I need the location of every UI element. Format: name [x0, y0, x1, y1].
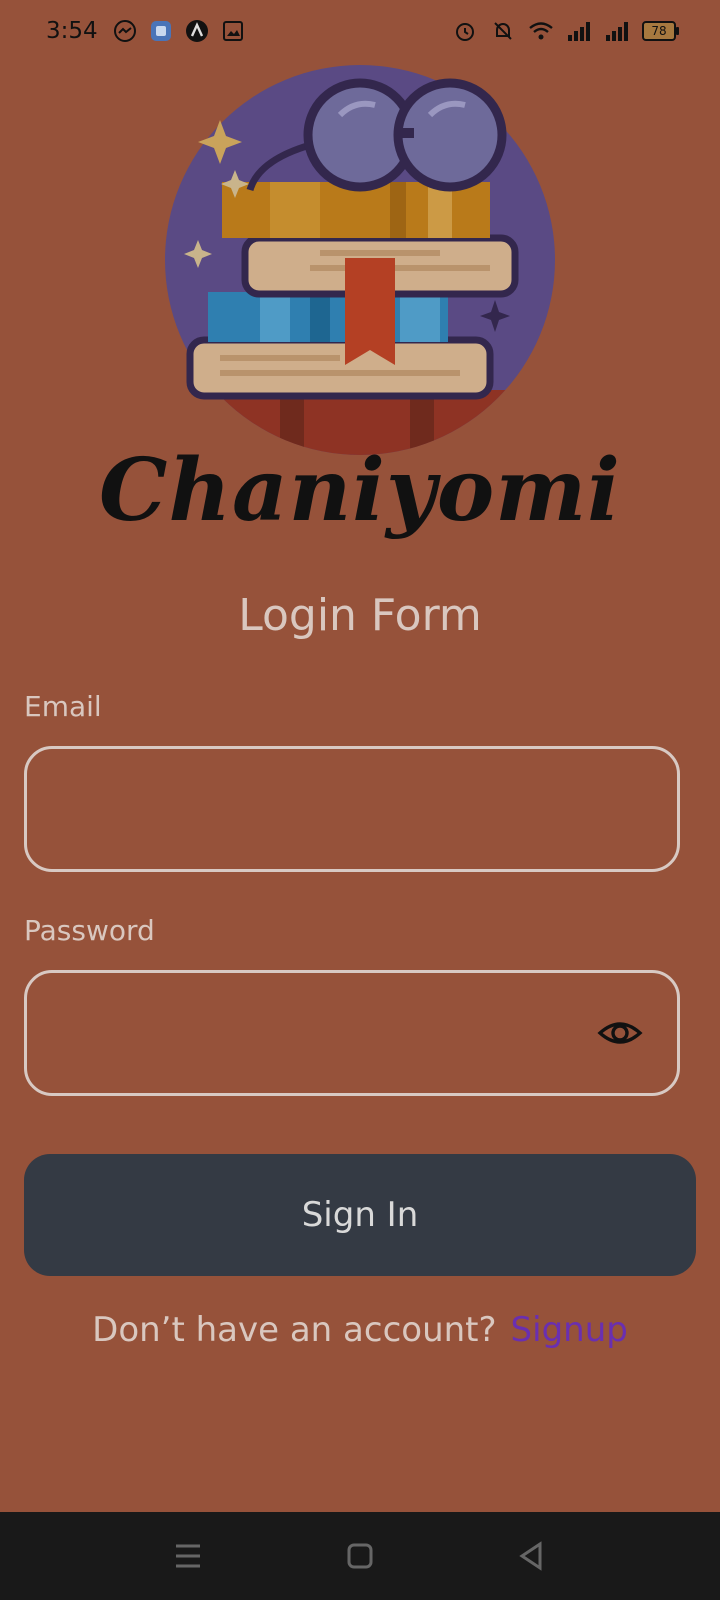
wifi-icon — [528, 18, 554, 44]
password-label: Password — [24, 914, 155, 947]
artist-icon — [184, 18, 210, 44]
password-field[interactable] — [27, 973, 677, 1093]
page-title: Login Form — [238, 590, 482, 641]
signal-icon — [604, 18, 630, 44]
battery-icon: 78 — [642, 21, 679, 41]
email-field-container — [24, 746, 680, 872]
signup-row: Don’t have an account? Signup — [0, 1310, 720, 1350]
eye-icon[interactable] — [597, 1013, 643, 1053]
system-icons: 78 — [452, 18, 679, 44]
mute-icon — [490, 18, 516, 44]
brand-name: Chaniyomi — [99, 440, 621, 541]
status-bar: 3:54 78 — [0, 0, 720, 64]
app-icon — [148, 18, 174, 44]
signup-link[interactable]: Signup — [511, 1310, 628, 1350]
home-icon[interactable] — [340, 1536, 380, 1576]
signal-icon — [566, 18, 592, 44]
gallery-icon — [220, 18, 246, 44]
menu-icon[interactable] — [168, 1536, 208, 1576]
sign-in-button[interactable]: Sign In — [24, 1154, 696, 1276]
alarm-icon — [452, 18, 478, 44]
email-label: Email — [24, 690, 102, 723]
back-icon[interactable] — [512, 1536, 552, 1576]
system-nav-bar — [0, 1512, 720, 1600]
notification-icons — [112, 18, 246, 44]
messenger-icon — [112, 18, 138, 44]
signup-prompt: Don’t have an account? — [92, 1310, 497, 1350]
books-glasses-logo — [160, 60, 560, 460]
email-field[interactable] — [27, 749, 677, 869]
password-field-container — [24, 970, 680, 1096]
status-time: 3:54 — [46, 18, 98, 44]
